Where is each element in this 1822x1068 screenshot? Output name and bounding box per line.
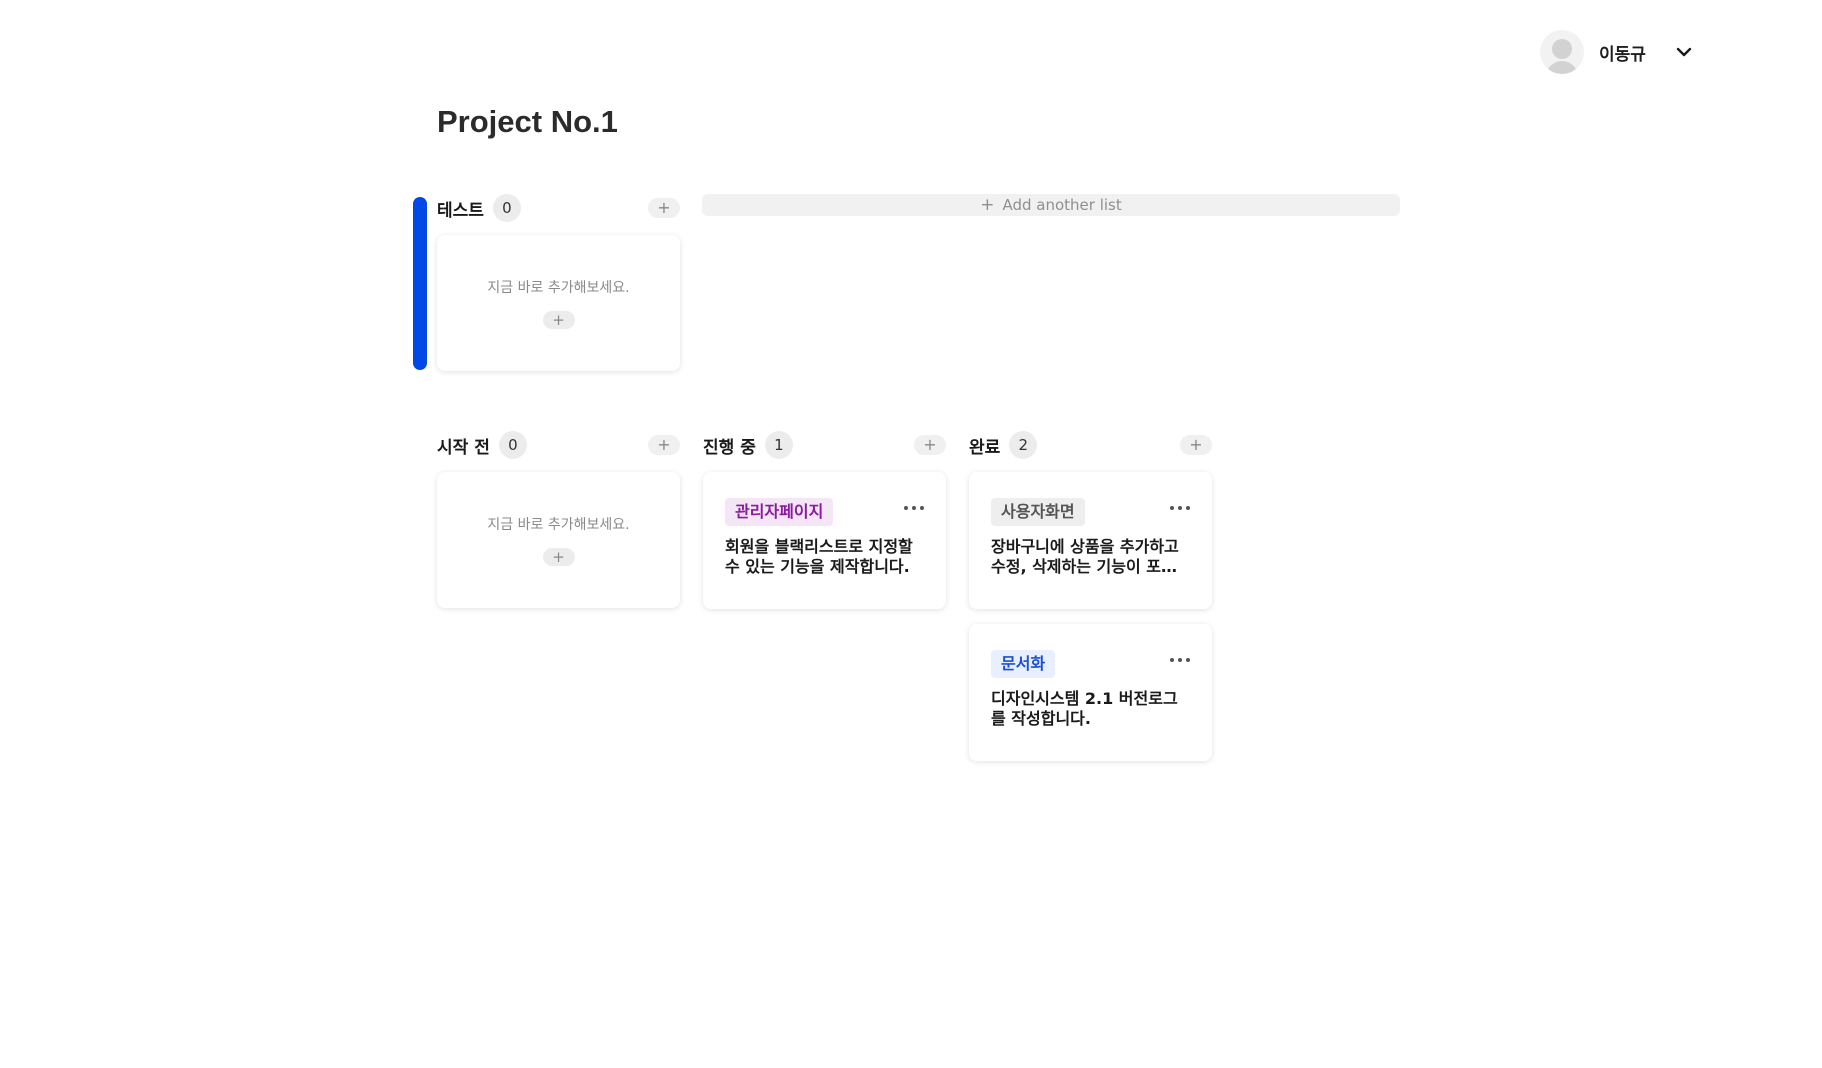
empty-add-button[interactable]: + [542, 311, 575, 329]
list-column: 진행 중 1 + 관리자페이지 회원을 블랙리스트로 지정할 수 있는 기능을 … [703, 430, 946, 609]
avatar [1540, 30, 1584, 74]
drag-indicator [413, 197, 427, 370]
empty-text: 지금 바로 추가해보세요. [487, 280, 630, 296]
count-badge: 0 [492, 194, 521, 222]
empty-add-button[interactable]: + [542, 548, 575, 566]
list-title: 완료 [969, 437, 1001, 458]
more-icon[interactable] [1170, 655, 1190, 665]
empty-text: 지금 바로 추가해보세요. [487, 517, 630, 533]
empty-card: 지금 바로 추가해보세요. + [437, 472, 680, 608]
empty-card: 지금 바로 추가해보세요. + [437, 235, 680, 371]
add-card-button[interactable]: + [1180, 435, 1212, 455]
count-badge: 2 [1009, 431, 1038, 459]
task-card[interactable]: 사용자화면 장바구니에 상품을 추가하고 수정, 삭제하는 기능이 포함됩니다. [969, 472, 1212, 609]
add-card-button[interactable]: + [914, 435, 946, 455]
list-header: 진행 중 1 + [703, 430, 946, 460]
task-description: 장바구니에 상품을 추가하고 수정, 삭제하는 기능이 포함됩니다. [991, 537, 1179, 576]
task-card[interactable]: 문서화 디자인시스템 2.1 버전로그를 작성합니다. [969, 624, 1212, 761]
more-icon[interactable] [904, 503, 924, 513]
add-card-button[interactable]: + [648, 198, 680, 218]
tag-badge: 관리자페이지 [725, 498, 834, 526]
task-card[interactable]: 관리자페이지 회원을 블랙리스트로 지정할 수 있는 기능을 제작합니다. [703, 472, 946, 609]
list-column: 완료 2 + 사용자화면 장바구니에 상품을 추가하고 수정, 삭제하는 기능이… [969, 430, 1212, 761]
task-description: 회원을 블랙리스트로 지정할 수 있는 기능을 제작합니다. [725, 537, 913, 576]
list-title: 시작 전 [437, 437, 490, 458]
add-card-button[interactable]: + [648, 435, 680, 455]
list-header: 시작 전 0 + [437, 430, 680, 460]
chevron-down-icon[interactable] [1674, 42, 1694, 62]
more-icon[interactable] [1170, 503, 1190, 513]
user-menu[interactable]: 이동규 [1540, 29, 1694, 75]
user-name: 이동규 [1599, 44, 1646, 65]
task-description: 디자인시스템 2.1 버전로그를 작성합니다. [991, 689, 1178, 728]
list-column: 테스트 0 + 지금 바로 추가해보세요. + [437, 193, 680, 371]
list-header: 테스트 0 + [437, 193, 680, 223]
plus-icon: + [980, 195, 995, 215]
count-badge: 1 [764, 431, 793, 459]
count-badge: 0 [498, 431, 527, 459]
add-list-label: Add another list [1002, 196, 1122, 214]
page-title: Project No.1 [437, 104, 618, 139]
list-title: 진행 중 [703, 437, 756, 458]
tag-badge: 사용자화면 [991, 498, 1085, 526]
add-list-button[interactable]: + Add another list [702, 194, 1400, 216]
list-header: 완료 2 + [969, 430, 1212, 460]
tag-badge: 문서화 [991, 650, 1056, 678]
list-column: 시작 전 0 + 지금 바로 추가해보세요. + [437, 430, 680, 608]
list-title: 테스트 [437, 200, 484, 221]
